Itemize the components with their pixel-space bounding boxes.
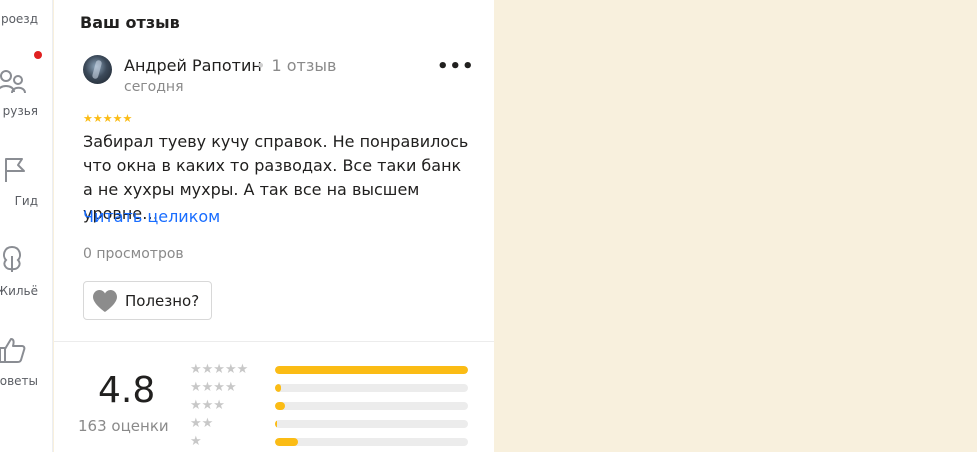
distribution-bar	[275, 366, 468, 374]
distribution-row: ★	[190, 434, 480, 450]
housing-icon	[3, 245, 21, 272]
author-reviews-count: • 1 отзыв	[256, 56, 337, 75]
notification-dot	[34, 51, 42, 59]
author-name[interactable]: Андрей Рапотин	[124, 56, 262, 75]
review-rating-stars: ★★★★★	[83, 112, 133, 125]
distribution-bar-fill	[275, 366, 468, 374]
left-nav-rail: роезд рузья Гид Жильё оветы	[0, 0, 53, 452]
distribution-bar	[275, 420, 468, 428]
rail-item-label: Жильё	[0, 284, 38, 298]
distribution-stars: ★★★★★	[190, 362, 249, 377]
rail-item-label: роезд	[0, 12, 38, 26]
thumbs-up-icon	[0, 338, 26, 363]
distribution-stars: ★★★★	[190, 380, 237, 395]
useful-label: Полезно?	[125, 291, 200, 310]
section-title: Ваш отзыв	[80, 13, 180, 32]
avatar[interactable]	[83, 55, 112, 84]
rail-item-label: рузья	[2, 104, 38, 118]
distribution-stars: ★★★	[190, 398, 225, 413]
rail-item-housing[interactable]: Жильё	[0, 240, 53, 310]
rating-count: 163 оценки	[78, 417, 169, 435]
distribution-bar	[275, 438, 468, 446]
distribution-stars: ★	[190, 434, 202, 449]
more-dots-icon[interactable]: •••	[437, 58, 474, 80]
rail-item-tips[interactable]: оветы	[0, 330, 53, 400]
useful-button[interactable]: Полезно?	[83, 281, 212, 320]
rail-item-label: Гид	[14, 194, 38, 208]
rail-item-friends[interactable]: рузья	[0, 60, 53, 130]
read-more-link[interactable]: Читать целиком	[83, 207, 220, 226]
views-count: 0 просмотров	[83, 246, 184, 262]
rail-item-label: оветы	[0, 374, 38, 388]
reviews-count-label: 1 отзыв	[271, 56, 337, 75]
distribution-bar-fill	[275, 402, 285, 410]
distribution-bar-fill	[275, 420, 277, 428]
friends-icon	[0, 70, 26, 94]
rail-item-guide[interactable]: Гид	[0, 150, 53, 220]
distribution-row: ★★★★	[190, 380, 480, 396]
divider	[54, 341, 494, 342]
rating-value: 4.8	[98, 370, 156, 411]
distribution-bar-fill	[275, 438, 299, 446]
distribution-row: ★★★★★	[190, 362, 480, 378]
distribution-stars: ★★	[190, 416, 214, 431]
review-date: сегодня	[124, 79, 184, 95]
distribution-row: ★★★	[190, 398, 480, 414]
distribution-row: ★★	[190, 416, 480, 432]
review-panel: Ваш отзыв Андрей Рапотин • 1 отзыв сегодн…	[54, 0, 494, 452]
distribution-bar	[275, 384, 468, 392]
flag-icon	[5, 158, 25, 182]
distribution-bar	[275, 402, 468, 410]
heart-icon	[93, 289, 117, 312]
distribution-bar-fill	[275, 384, 281, 392]
